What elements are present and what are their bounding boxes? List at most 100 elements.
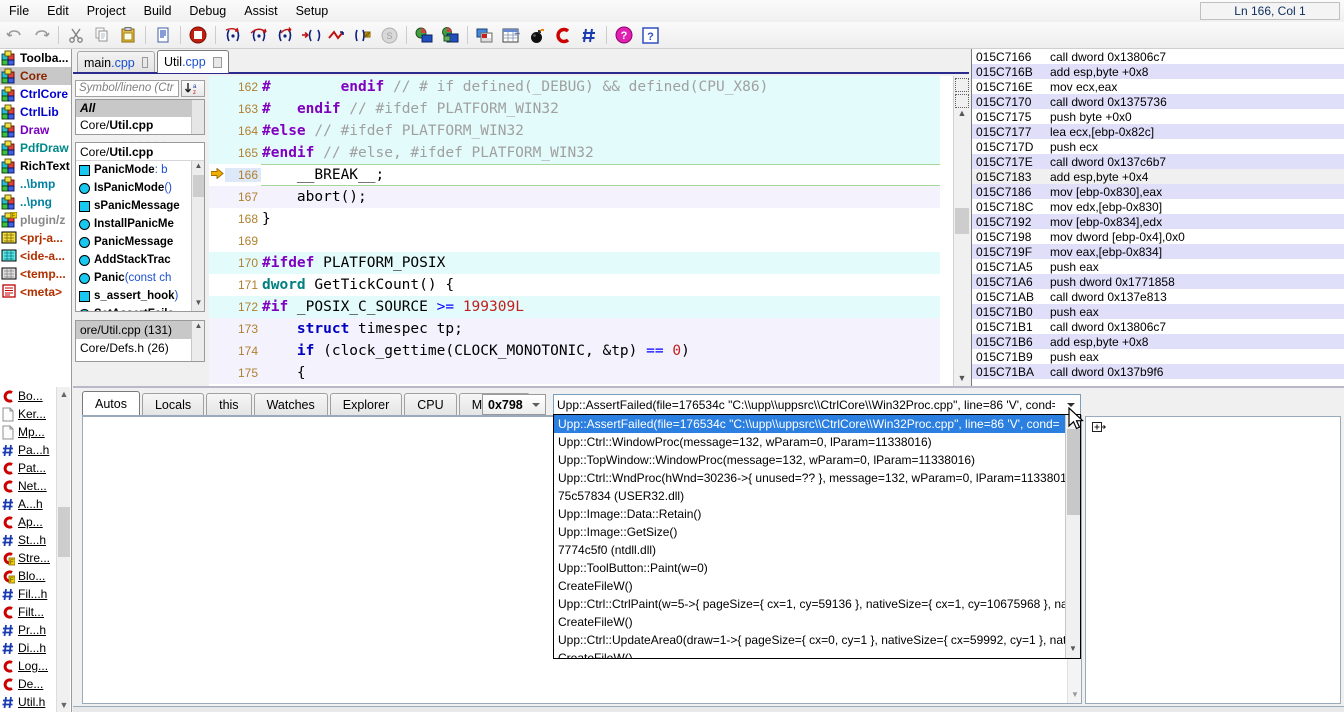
scroll-down-arrow[interactable]: ▼ [954, 373, 969, 387]
symbol-item[interactable]: InstallPanicMe [76, 215, 204, 233]
scope-list[interactable]: All Core/Util.cpp [75, 99, 205, 135]
file-item[interactable]: Filt... [0, 603, 57, 621]
file-item[interactable]: Di...h [0, 639, 57, 657]
file-item[interactable]: Fil...h [0, 585, 57, 603]
disassembly-row[interactable]: 015C7186mov [ebp-0x830],eax [972, 184, 1344, 199]
file-list-scrollbar[interactable]: ▲ ▼ [56, 387, 70, 712]
call-stack-frame[interactable]: 75c57834 (USER32.dll) [554, 487, 1080, 505]
file-item[interactable]: Pat... [0, 459, 57, 477]
call-stack-frame[interactable]: Upp::Ctrl::CtrlPaint(w=5->{ pageSize={ c… [554, 595, 1080, 613]
code-text[interactable]: __BREAK__; [261, 164, 940, 186]
debug-right-panel[interactable] [1085, 416, 1341, 704]
code-line[interactable]: 172#if _POSIX_C_SOURCE >= 199309L [209, 296, 940, 318]
disassembly-row[interactable]: 015C71A6push dword 0x1771858 [972, 274, 1344, 289]
code-line[interactable]: 170#ifdef PLATFORM_POSIX [209, 252, 940, 274]
step-into-icon[interactable] [220, 23, 246, 47]
symbol-list[interactable]: Core/Util.cpp PanicMode : bIsPanicMode()… [75, 142, 205, 312]
code-text[interactable] [261, 230, 940, 252]
disassembly-row[interactable]: 015C717Dpush ecx [972, 139, 1344, 154]
run-to-icon[interactable] [298, 23, 324, 47]
scrollbar-thumb[interactable] [1067, 429, 1080, 515]
code-line[interactable]: 163# endif // #ifdef PLATFORM_WIN32 [209, 98, 940, 120]
debug-tab-autos[interactable]: Autos [82, 391, 140, 416]
code-lines[interactable]: 162# endif // # if defined(_DEBUG) && de… [209, 76, 940, 387]
help-icon[interactable]: ? [611, 23, 637, 47]
file-item[interactable]: Pa...h [0, 441, 57, 459]
breakpoint-icon[interactable] [350, 23, 376, 47]
disassembly-row[interactable]: 015C71B0push eax [972, 304, 1344, 319]
code-line[interactable]: 171dword GetTickCount() { [209, 274, 940, 296]
paste-icon[interactable] [115, 23, 141, 47]
symbol-item[interactable]: sPanicMessage [76, 197, 204, 215]
scroll-down-arrow[interactable]: ▼ [57, 698, 71, 712]
disassembly-row[interactable]: 015C71ABcall dword 0x137e813 [972, 289, 1344, 304]
menu-item-project[interactable]: Project [78, 1, 135, 21]
code-text[interactable]: #if _POSIX_C_SOURCE >= 199309L [261, 296, 940, 318]
package-item[interactable]: PdfDraw [0, 139, 71, 157]
hash-icon[interactable] [576, 23, 602, 47]
disassembly-row[interactable]: 015C717Ecall dword 0x137c6b7 [972, 154, 1344, 169]
scope-list-scrollbar[interactable] [191, 100, 204, 134]
code-text[interactable]: } [261, 208, 940, 230]
file-ref-item[interactable]: ore/Util.cpp (131) [76, 321, 204, 339]
call-stack-frame[interactable]: Upp::Ctrl::WndProc(hWnd=30236->{ unused=… [554, 469, 1080, 487]
symbol-item[interactable]: PanicMode : b [76, 161, 204, 179]
symbol-item[interactable]: PanicMessage [76, 233, 204, 251]
package-item[interactable]: <temp... [0, 265, 71, 283]
package-icon[interactable] [437, 23, 463, 47]
cut-icon[interactable] [63, 23, 89, 47]
c-icon[interactable] [550, 23, 576, 47]
stop-debug-icon[interactable] [185, 23, 211, 47]
scope-item-all[interactable]: All [76, 100, 204, 117]
file-item[interactable]: Util.h [0, 693, 57, 711]
debug-tab-explorer[interactable]: Explorer [330, 393, 403, 416]
disassembly-row[interactable]: 015C719Fmov eax,[ebp-0x834] [972, 244, 1344, 259]
call-stack-frame[interactable]: CreateFileW() [554, 613, 1080, 631]
symbol-item[interactable]: s_assert_hook) [76, 287, 204, 305]
redo-icon[interactable] [28, 23, 54, 47]
code-line[interactable]: 166 __BREAK__; [209, 164, 940, 186]
scrollbar-thumb[interactable] [955, 208, 969, 234]
code-line[interactable]: 164#else // #ifdef PLATFORM_WIN32 [209, 120, 940, 142]
debug-package-icon[interactable] [411, 23, 437, 47]
package-item[interactable]: Draw [0, 121, 71, 139]
code-line[interactable]: 167 abort(); [209, 186, 940, 208]
disassembly-row[interactable]: 015C7192mov [ebp-0x834],edx [972, 214, 1344, 229]
package-item[interactable]: <meta> [0, 283, 71, 301]
package-item[interactable]: Toolba... [0, 49, 71, 67]
disassembly-row[interactable]: 015C7166call dword 0x13806c7 [972, 49, 1344, 64]
disassembly-row[interactable]: 015C7198mov dword [ebp-0x4],0x0 [972, 229, 1344, 244]
menu-item-setup[interactable]: Setup [287, 1, 338, 21]
call-stack-combo[interactable]: Upp::AssertFailed(file=176534c "C:\\upp\… [553, 394, 1081, 415]
package-item[interactable]: CtrlLib [0, 103, 71, 121]
file-item[interactable]: A...h [0, 495, 57, 513]
run-until-return-icon[interactable] [324, 23, 350, 47]
symbol-item[interactable]: AddStackTrac [76, 251, 204, 269]
code-text[interactable]: # endif // # if defined(_DEBUG) && defin… [261, 76, 940, 98]
copy-icon[interactable] [89, 23, 115, 47]
disassembly-row[interactable]: 015C71B1call dword 0x13806c7 [972, 319, 1344, 334]
tab-close-icon[interactable] [142, 57, 148, 68]
package-item[interactable]: CtrlCore [0, 85, 71, 103]
call-stack-frame[interactable]: CreateFileW() [554, 649, 1080, 659]
scope-item-file[interactable]: Core/Util.cpp [76, 117, 204, 134]
disassembly-row[interactable]: 015C71B9push eax [972, 349, 1344, 364]
code-line[interactable]: 175 { [209, 362, 940, 384]
scroll-down-arrow[interactable]: ▼ [1068, 690, 1082, 703]
code-line[interactable]: 168} [209, 208, 940, 230]
step-over-icon[interactable] [246, 23, 272, 47]
dropdown-scrollbar[interactable]: ▲ ▼ [1065, 415, 1080, 658]
call-stack-frame[interactable]: Upp::Ctrl::WindowProc(message=132, wPara… [554, 433, 1080, 451]
package-item[interactable]: Core [0, 67, 71, 85]
chevron-down-icon[interactable] [532, 403, 540, 407]
bomb-icon[interactable] [524, 23, 550, 47]
question-icon[interactable]: ? [637, 23, 663, 47]
menu-item-assist[interactable]: Assist [235, 1, 286, 21]
symbol-item[interactable]: SetAssertFaile [76, 305, 204, 312]
sort-az-icon[interactable]: az [181, 80, 205, 97]
menu-item-file[interactable]: File [0, 1, 38, 21]
call-stack-frame[interactable]: Upp::Image::GetSize() [554, 523, 1080, 541]
package-item[interactable]: Fplugin/z [0, 211, 71, 229]
call-stack-frame[interactable]: Upp::AssertFailed(file=176534c "C:\\upp\… [554, 415, 1080, 433]
symbol-item[interactable]: Panic(const ch [76, 269, 204, 287]
